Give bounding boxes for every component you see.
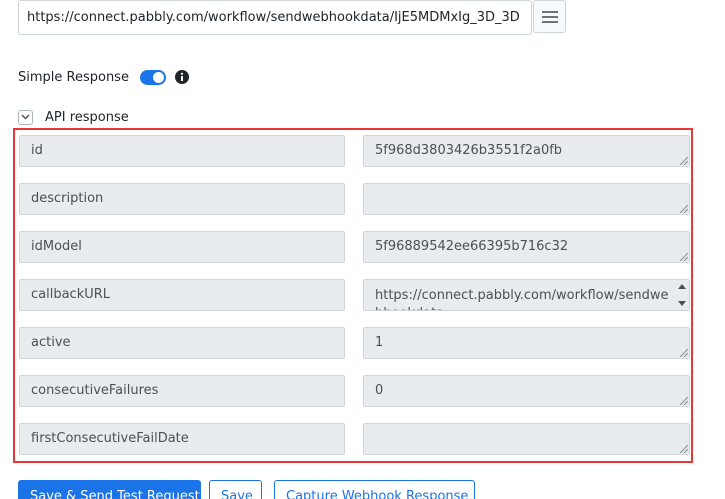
field-value-text: 5f96889542ee66395b716c32 — [375, 239, 569, 254]
field-key: firstConsecutiveFailDate — [19, 423, 345, 455]
menu-button[interactable] — [533, 0, 566, 33]
field-row: idModel 5f96889542ee66395b716c32 — [19, 231, 691, 263]
field-key: active — [19, 327, 345, 359]
field-row: active 1 — [19, 327, 691, 359]
field-value[interactable]: 5f96889542ee66395b716c32 — [363, 231, 690, 263]
field-row: consecutiveFailures 0 — [19, 375, 691, 407]
resize-grip-icon[interactable] — [679, 156, 688, 165]
field-key: description — [19, 183, 345, 215]
field-row: callbackURL https://connect.pabbly.com/w… — [19, 279, 691, 311]
resize-grip-icon[interactable] — [679, 204, 688, 213]
field-value-text: 1 — [375, 335, 384, 350]
save-button[interactable]: Save — [209, 480, 262, 499]
toggle-knob — [152, 71, 164, 83]
field-row: id 5f968d3803426b3551f2a0fb — [19, 135, 691, 167]
resize-grip-icon[interactable] — [679, 444, 688, 453]
field-key: id — [19, 135, 345, 167]
resize-grip-icon[interactable] — [679, 348, 688, 357]
hamburger-icon — [541, 10, 558, 23]
simple-response-toggle[interactable] — [139, 69, 166, 85]
collapse-toggle[interactable] — [18, 109, 33, 125]
field-value[interactable]: https://connect.pabbly.com/workflow/send… — [363, 279, 690, 311]
field-value-text: https://connect.pabbly.com/workflow/send… — [375, 288, 669, 310]
field-row: firstConsecutiveFailDate — [19, 423, 691, 455]
field-key: idModel — [19, 231, 345, 263]
field-value[interactable]: 0 — [363, 375, 690, 407]
api-response-header[interactable]: API response — [18, 108, 129, 126]
action-buttons: Save & Send Test Request Save Capture We… — [18, 480, 488, 499]
chevron-down-icon — [21, 114, 30, 120]
field-value-text: 5f968d3803426b3551f2a0fb — [375, 143, 563, 158]
field-value[interactable] — [363, 423, 690, 455]
field-value[interactable]: 1 — [363, 327, 690, 359]
info-icon[interactable] — [174, 70, 189, 84]
simple-response-row: Simple Response — [18, 66, 189, 88]
field-value[interactable]: 5f968d3803426b3551f2a0fb — [363, 135, 690, 167]
scrollbar-arrows-icon[interactable] — [677, 282, 687, 308]
capture-webhook-response-button[interactable]: Capture Webhook Response — [274, 480, 475, 499]
field-key: consecutiveFailures — [19, 375, 345, 407]
webhook-url-row: https://connect.pabbly.com/workflow/send… — [18, 0, 566, 35]
api-response-label: API response — [45, 109, 129, 125]
save-send-test-request-button[interactable]: Save & Send Test Request — [18, 480, 201, 499]
field-row: description — [19, 183, 691, 215]
resize-grip-icon[interactable] — [679, 252, 688, 261]
simple-response-label: Simple Response — [18, 69, 129, 85]
field-value-text: 0 — [375, 383, 384, 398]
field-key: callbackURL — [19, 279, 345, 311]
webhook-url-input[interactable]: https://connect.pabbly.com/workflow/send… — [18, 0, 532, 35]
api-response-panel: id 5f968d3803426b3551f2a0fb description … — [13, 128, 693, 463]
resize-grip-icon[interactable] — [679, 396, 688, 405]
field-value[interactable] — [363, 183, 690, 215]
